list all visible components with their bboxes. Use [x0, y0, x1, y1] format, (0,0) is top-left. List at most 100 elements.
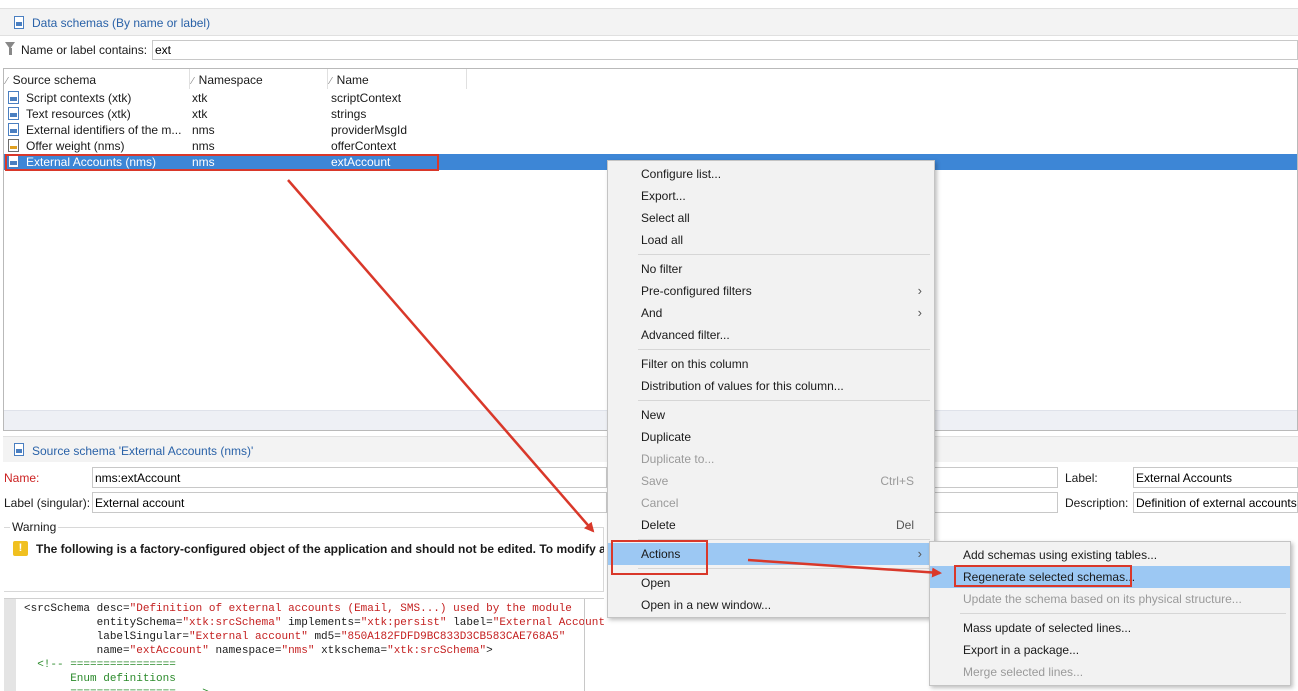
menu-separator: [638, 349, 930, 350]
menu-item-label: Update the schema based on its physical …: [963, 592, 1242, 606]
cell-source-schema: Script contexts (xtk): [26, 91, 132, 105]
menu-item-new[interactable]: New: [608, 404, 934, 426]
menu-item-save: Save Ctrl+S: [608, 470, 934, 492]
description-field[interactable]: [1133, 492, 1298, 513]
menu-item-no-filter[interactable]: No filter: [608, 258, 934, 280]
menu-item-cancel: Cancel: [608, 492, 934, 514]
menu-item-pre-configured-filters[interactable]: Pre-configured filters ›: [608, 280, 934, 302]
cell-namespace: nms: [192, 123, 215, 137]
filter-label: Name or label contains:: [21, 43, 148, 57]
menu-item-shortcut: Ctrl+S: [880, 474, 914, 488]
menu-item-duplicate[interactable]: Duplicate: [608, 426, 934, 448]
name-or-label-filter-input[interactable]: [152, 40, 1298, 60]
editor-gutter: [4, 599, 16, 691]
table-row[interactable]: External identifiers of the m... nms provi…: [4, 122, 1297, 138]
cell-name: scriptContext: [331, 91, 402, 105]
column-header-name[interactable]: ⁄ Name: [330, 73, 369, 87]
menu-item-and[interactable]: And ›: [608, 302, 934, 324]
cell-source-schema: Text resources (xtk): [26, 107, 131, 121]
schema-alt-icon: [8, 139, 19, 152]
cell-name: providerMsgId: [331, 123, 408, 137]
cell-source-schema: External identifiers of the m...: [26, 123, 182, 137]
xml-code[interactable]: <srcSchema desc="Definition of external …: [24, 602, 604, 691]
menu-item-label: Mass update of selected lines...: [963, 621, 1132, 635]
filter-funnel-icon[interactable]: [5, 42, 16, 56]
chevron-right-icon: ›: [917, 283, 922, 298]
code-token: implements=: [281, 617, 361, 629]
schema-icon: [8, 107, 19, 120]
submenu-item-export-in-a-package[interactable]: Export in a package...: [930, 639, 1290, 661]
menu-item-label: Delete: [641, 518, 676, 532]
code-token: Enum definitions: [24, 673, 176, 685]
code-token: "Definition of external accounts (Email,…: [129, 603, 572, 615]
menu-item-label: Duplicate: [641, 430, 692, 444]
menu-item-configure-list[interactable]: Configure list...: [608, 163, 934, 185]
menu-separator: [638, 254, 930, 255]
label-singular-field[interactable]: [92, 492, 607, 513]
menu-item-label: Merge selected lines...: [963, 665, 1084, 679]
actions-submenu: Add schemas using existing tables... Rege…: [929, 541, 1291, 686]
column-separator[interactable]: [466, 69, 467, 89]
menu-item-load-all[interactable]: Load all: [608, 229, 934, 251]
xml-editor[interactable]: <srcSchema desc="Definition of external …: [4, 598, 604, 691]
description-label: Description:: [1065, 496, 1129, 510]
cell-namespace: nms: [192, 139, 215, 153]
column-separator[interactable]: [189, 69, 190, 89]
warning-icon: !: [13, 541, 28, 556]
menu-item-distribution-of-values-for-this-column[interactable]: Distribution of values for this column..…: [608, 375, 934, 397]
code-token: "xtk:srcSchema": [182, 617, 282, 629]
name-field[interactable]: [92, 467, 607, 488]
code-token: ================ -->: [24, 687, 209, 691]
submenu-item-merge-selected-lines: Merge selected lines...: [930, 661, 1290, 683]
table-row[interactable]: Script contexts (xtk) xtk scriptContext: [4, 90, 1297, 106]
menu-item-label: Export...: [641, 189, 686, 203]
submenu-item-mass-update-of-selected-lines[interactable]: Mass update of selected lines...: [930, 617, 1290, 639]
menu-item-open-in-a-new-window[interactable]: Open in a new window...: [608, 594, 934, 616]
code-token: "xtk:srcSchema": [387, 645, 487, 657]
menu-item-advanced-filter[interactable]: Advanced filter...: [608, 324, 934, 346]
menu-item-filter-on-this-column[interactable]: Filter on this column: [608, 353, 934, 375]
menu-item-label: Duplicate to...: [641, 452, 715, 466]
menu-item-label: Cancel: [641, 496, 679, 510]
menu-item-select-all[interactable]: Select all: [608, 207, 934, 229]
annotation-highlight-regenerate: [954, 565, 1132, 587]
label-singular-label: Label (singular):: [4, 496, 91, 510]
table-row[interactable]: Text resources (xtk) xtk strings: [4, 106, 1297, 122]
submenu-item-add-schemas-using-existing-tables[interactable]: Add schemas using existing tables...: [930, 544, 1290, 566]
menu-item-label: And: [641, 306, 663, 320]
menu-item-label: Filter on this column: [641, 357, 749, 371]
column-separator[interactable]: [327, 69, 328, 89]
label-field[interactable]: [1133, 467, 1298, 488]
code-token: "extAccount": [129, 645, 209, 657]
menu-item-label: Pre-configured filters: [641, 284, 752, 298]
menu-item-label: Add schemas using existing tables...: [963, 548, 1158, 562]
code-token: entitySchema=: [24, 617, 183, 629]
code-token: namespace=: [208, 645, 282, 657]
name-field-overflow[interactable]: [934, 467, 1058, 488]
label-singular-field-overflow[interactable]: [934, 492, 1058, 513]
menu-item-export[interactable]: Export...: [608, 185, 934, 207]
menu-item-label: Configure list...: [641, 167, 722, 181]
warning-group: Warning ! The following is a factory-con…: [4, 520, 604, 592]
annotation-highlight-selected-row: [5, 154, 439, 171]
table-row[interactable]: Offer weight (nms) nms offerContext: [4, 138, 1297, 154]
schema-icon: [8, 91, 19, 104]
code-token: >: [486, 645, 493, 657]
code-token: "External Accounts": [492, 617, 604, 629]
code-token: "nms": [281, 645, 315, 657]
code-token: <srcSchema: [24, 603, 97, 615]
menu-separator: [638, 400, 930, 401]
list-header: ⁄ Source schema ⁄ Namespace ⁄ Name: [4, 69, 1297, 89]
column-header-source-schema[interactable]: ⁄ Source schema: [6, 73, 96, 87]
warning-legend: Warning: [10, 520, 59, 534]
label-label: Label:: [1065, 471, 1098, 485]
column-header-namespace[interactable]: ⁄ Namespace: [192, 73, 263, 87]
detail-title: Source schema 'External Accounts (nms)': [32, 444, 254, 458]
menu-item-delete[interactable]: Delete Del: [608, 514, 934, 536]
menu-item-open[interactable]: Open: [608, 572, 934, 594]
chevron-right-icon: ›: [917, 546, 922, 561]
menu-item-label: New: [641, 408, 666, 422]
menu-item-label: Export in a package...: [963, 643, 1080, 657]
cell-source-schema: Offer weight (nms): [26, 139, 125, 153]
name-label: Name:: [4, 471, 40, 485]
